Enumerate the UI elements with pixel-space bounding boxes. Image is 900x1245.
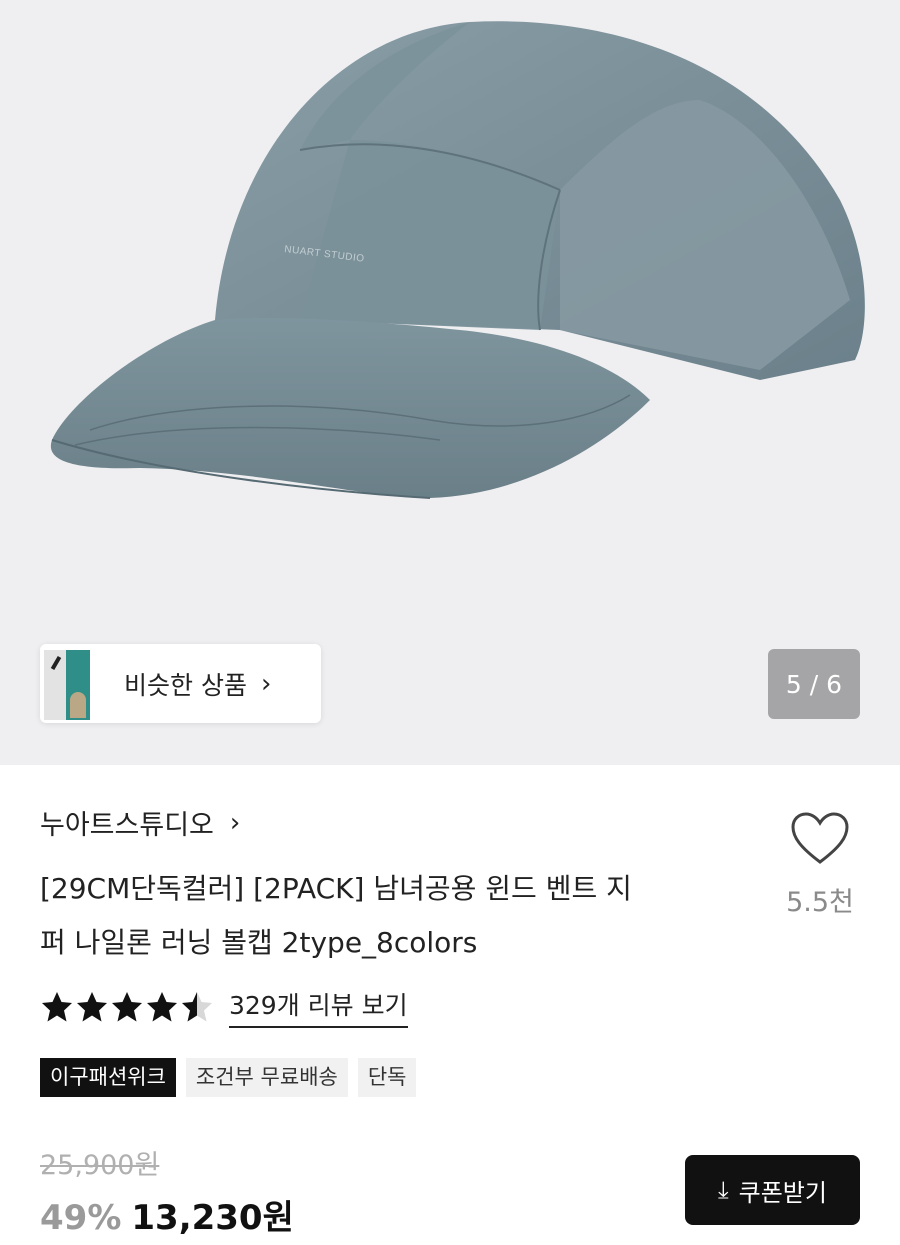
image-pager: 5 / 6 <box>768 649 860 719</box>
product-title-line2: 퍼 나일론 러닝 볼캡 2type_8colors <box>40 926 478 959</box>
similar-product-thumbnail <box>40 644 90 723</box>
chevron-right-icon: › <box>229 807 241 838</box>
star-filled-icon <box>112 992 142 1022</box>
product-title: [29CM단독컬러] [2PACK] 남녀공용 윈드 벤트 지 퍼 나일론 러닝… <box>40 862 740 970</box>
price-row: 49% 13,230원 <box>40 1190 294 1239</box>
similar-products-label: 비슷한 상품 <box>124 670 247 700</box>
heart-outline-icon <box>791 812 849 864</box>
star-filled-icon <box>147 992 177 1022</box>
tag-badge: 조건부 무료배송 <box>185 1058 348 1097</box>
chevron-right-icon: › <box>260 668 272 699</box>
sale-price: 13,230원 <box>131 1198 294 1238</box>
review-link[interactable]: 329개 리뷰 보기 <box>229 986 408 1028</box>
like-button[interactable]: 5.5천 <box>780 812 860 919</box>
rating-row: 329개 리뷰 보기 <box>40 986 408 1028</box>
coupon-label: 쿠폰받기 <box>738 1178 827 1207</box>
tag-badge: 단독 <box>357 1058 417 1097</box>
product-tags: 이구패션위크 조건부 무료배송 단독 <box>40 1058 426 1097</box>
brand-link[interactable]: 누아트스튜디오 › <box>40 803 240 842</box>
like-count: 5.5천 <box>786 887 854 918</box>
star-half-icon <box>182 992 212 1022</box>
product-title-line1: [29CM단독컬러] [2PACK] 남녀공용 윈드 벤트 지 <box>40 872 632 905</box>
tag-badge: 이구패션위크 <box>40 1058 176 1097</box>
product-image-carousel[interactable]: NUART STUDIO 비슷한 상품 › 5 / 6 <box>0 0 900 765</box>
download-icon: ⤓ <box>718 1176 729 1204</box>
original-price: 25,900원 <box>40 1150 160 1181</box>
rating-stars <box>40 990 215 1024</box>
coupon-button[interactable]: ⤓ 쿠폰받기 <box>685 1155 860 1225</box>
star-filled-icon <box>42 992 72 1022</box>
discount-rate: 49% <box>40 1198 122 1238</box>
similar-products-button[interactable]: 비슷한 상품 › <box>40 644 321 723</box>
star-filled-icon <box>77 992 107 1022</box>
brand-name: 누아트스튜디오 <box>40 810 214 841</box>
